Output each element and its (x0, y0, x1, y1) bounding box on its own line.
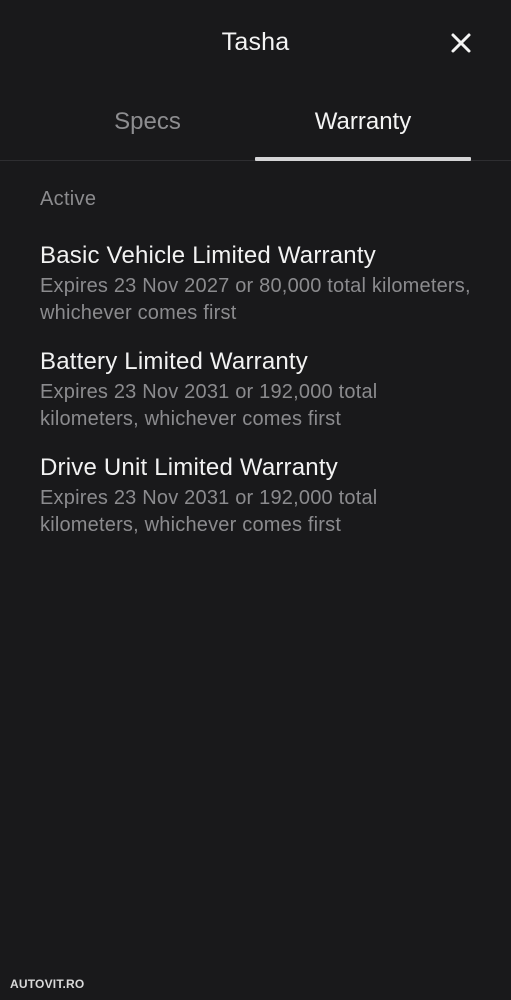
close-icon (451, 33, 471, 53)
tab-bar: Specs Warranty (0, 100, 511, 161)
page-title: Tasha (221, 28, 290, 56)
warranty-description: Expires 23 Nov 2027 or 80,000 total kilo… (40, 275, 471, 324)
watermark: AUTOVIT.RO (10, 977, 85, 991)
tab-warranty[interactable]: Warranty (255, 108, 471, 136)
tab-specs[interactable]: Specs (40, 108, 255, 136)
warranty-item-battery: Battery Limited Warranty Expires 23 Nov … (40, 347, 471, 433)
warranty-name: Basic Vehicle Limited Warranty (40, 242, 376, 269)
warranty-name: Drive Unit Limited Warranty (40, 454, 338, 481)
warranty-item-basic-vehicle: Basic Vehicle Limited Warranty Expires 2… (40, 241, 471, 327)
warranty-description: Expires 23 Nov 2031 or 192,000 total kil… (40, 381, 378, 430)
header: Tasha (0, 0, 511, 90)
warranty-name: Battery Limited Warranty (40, 348, 308, 375)
close-button[interactable] (446, 28, 476, 58)
warranty-description: Expires 23 Nov 2031 or 192,000 total kil… (40, 487, 378, 536)
section-label-active: Active (40, 188, 97, 210)
active-tab-indicator (255, 157, 471, 161)
warranty-item-drive-unit: Drive Unit Limited Warranty Expires 23 N… (40, 453, 471, 539)
warranty-content: Active Basic Vehicle Limited Warranty Ex… (40, 188, 471, 559)
